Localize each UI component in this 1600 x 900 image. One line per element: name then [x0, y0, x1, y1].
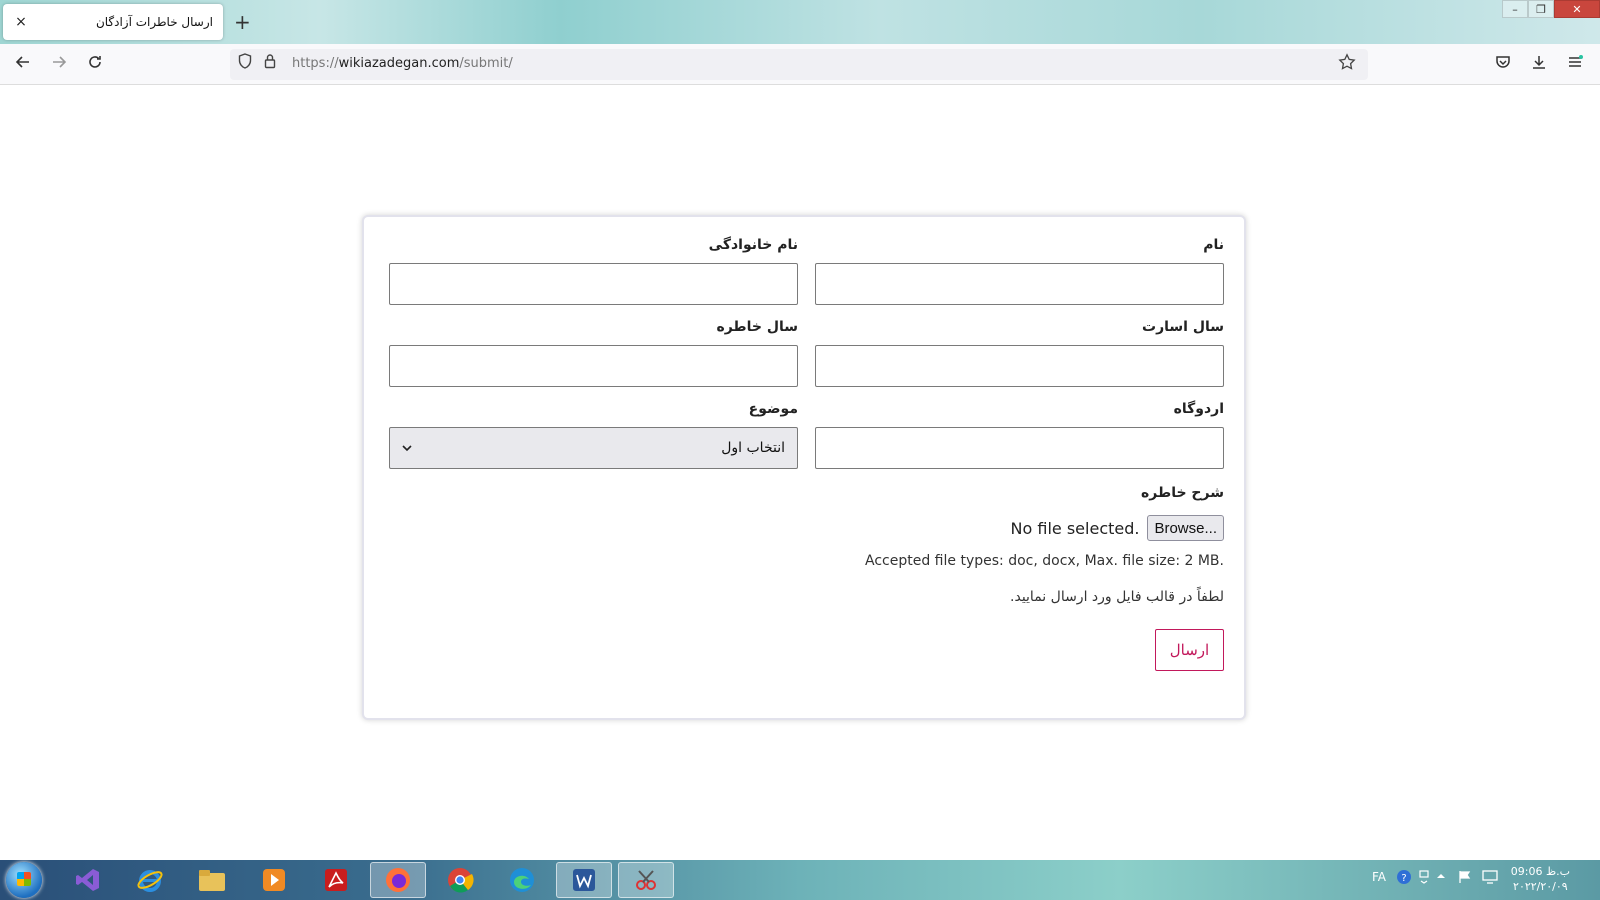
- tab-title: ارسال خاطرات آزادگان: [95, 15, 213, 29]
- browser-titlebar: × ارسال خاطرات آزادگان + – ❐ ✕: [0, 0, 1600, 44]
- browse-button[interactable]: Browse...: [1147, 515, 1224, 541]
- camp-input[interactable]: [815, 427, 1224, 469]
- close-window-button[interactable]: ✕: [1554, 0, 1600, 18]
- word-format-hint: لطفاً در قالب فایل ورد ارسال نمایید.: [1010, 589, 1224, 605]
- camp-label: اردوگاه: [1173, 401, 1224, 417]
- topic-label: موضوع: [748, 401, 798, 417]
- chrome-icon[interactable]: [432, 862, 488, 898]
- snipping-tool-icon[interactable]: [618, 862, 674, 898]
- edge-icon[interactable]: [494, 862, 550, 898]
- browser-navbar: https://wikiazadegan.com/submit/: [0, 44, 1600, 85]
- captivity-year-label: سال اسارت: [1142, 319, 1224, 335]
- monitor-icon[interactable]: [1482, 870, 1498, 887]
- menu-icon[interactable]: [1562, 52, 1588, 78]
- clock-date: ۲۰۲۲/۲۰/۰۹: [1513, 880, 1568, 893]
- first-name-label: نام: [1203, 237, 1224, 253]
- reload-icon[interactable]: [82, 52, 108, 78]
- topic-selected-value: انتخاب اول: [721, 440, 785, 456]
- back-arrow-icon[interactable]: [10, 52, 36, 78]
- restore-button[interactable]: ❐: [1528, 0, 1554, 18]
- file-explorer-icon[interactable]: [184, 862, 240, 898]
- show-hidden-icons-icon[interactable]: [1436, 870, 1446, 884]
- description-label: شرح خاطره: [1141, 485, 1224, 501]
- svg-text:?: ?: [1401, 873, 1406, 884]
- accepted-file-types: Accepted file types: doc, docx, Max. fil…: [865, 553, 1224, 569]
- file-upload: No file selected. Browse...: [1011, 515, 1224, 541]
- last-name-input[interactable]: [389, 263, 798, 305]
- os-taskbar: FA ? 09:06 ب.ظ ۲۰۲۲/۲۰/۰۹: [0, 860, 1600, 900]
- memory-year-input[interactable]: [389, 345, 798, 387]
- new-tab-button[interactable]: +: [234, 10, 251, 34]
- submission-form: نام نام خانوادگی سال اسارت سال خاطره ارد…: [362, 215, 1246, 720]
- no-file-text: No file selected.: [1010, 518, 1140, 538]
- shield-icon[interactable]: [238, 53, 252, 75]
- first-name-input[interactable]: [815, 263, 1224, 305]
- internet-explorer-icon[interactable]: [122, 862, 178, 898]
- captivity-year-input[interactable]: [815, 345, 1224, 387]
- start-button[interactable]: [6, 862, 42, 898]
- visual-studio-icon[interactable]: [60, 862, 116, 898]
- downloads-icon[interactable]: [1526, 52, 1552, 78]
- windows-logo-icon: [17, 872, 31, 886]
- network-icon[interactable]: [1418, 870, 1430, 887]
- help-icon[interactable]: ?: [1396, 869, 1412, 888]
- window-controls: – ❐ ✕: [1502, 0, 1600, 18]
- browser-tab[interactable]: × ارسال خاطرات آزادگان: [3, 4, 223, 40]
- last-name-label: نام خانوادگی: [708, 237, 798, 253]
- forward-arrow-icon[interactable]: [46, 52, 72, 78]
- topic-select[interactable]: انتخاب اول: [389, 427, 798, 469]
- action-center-flag-icon[interactable]: [1458, 870, 1472, 887]
- tab-close-icon[interactable]: ×: [13, 14, 29, 30]
- url-path: /submit/: [459, 56, 513, 71]
- url-prefix: https://: [292, 56, 339, 71]
- url-text[interactable]: https://wikiazadegan.com/submit/: [292, 56, 513, 71]
- lock-icon[interactable]: [264, 53, 276, 75]
- pocket-icon[interactable]: [1490, 52, 1516, 78]
- chevron-down-icon: [402, 441, 412, 455]
- media-player-icon[interactable]: [246, 862, 302, 898]
- system-clock[interactable]: 09:06 ب.ظ ۲۰۲۲/۲۰/۰۹: [1511, 864, 1570, 894]
- word-icon[interactable]: [556, 862, 612, 898]
- bookmark-star-icon[interactable]: [1338, 53, 1356, 77]
- clock-time: 09:06 ب.ظ: [1510, 865, 1570, 878]
- acrobat-reader-icon[interactable]: [308, 862, 364, 898]
- url-domain: wikiazadegan.com: [338, 56, 460, 71]
- submit-button[interactable]: ارسال: [1155, 629, 1224, 671]
- firefox-icon[interactable]: [370, 862, 426, 898]
- address-bar[interactable]: https://wikiazadegan.com/submit/: [230, 49, 1368, 80]
- memory-year-label: سال خاطره: [716, 319, 798, 335]
- language-indicator[interactable]: FA: [1372, 870, 1386, 884]
- minimize-button[interactable]: –: [1502, 0, 1528, 18]
